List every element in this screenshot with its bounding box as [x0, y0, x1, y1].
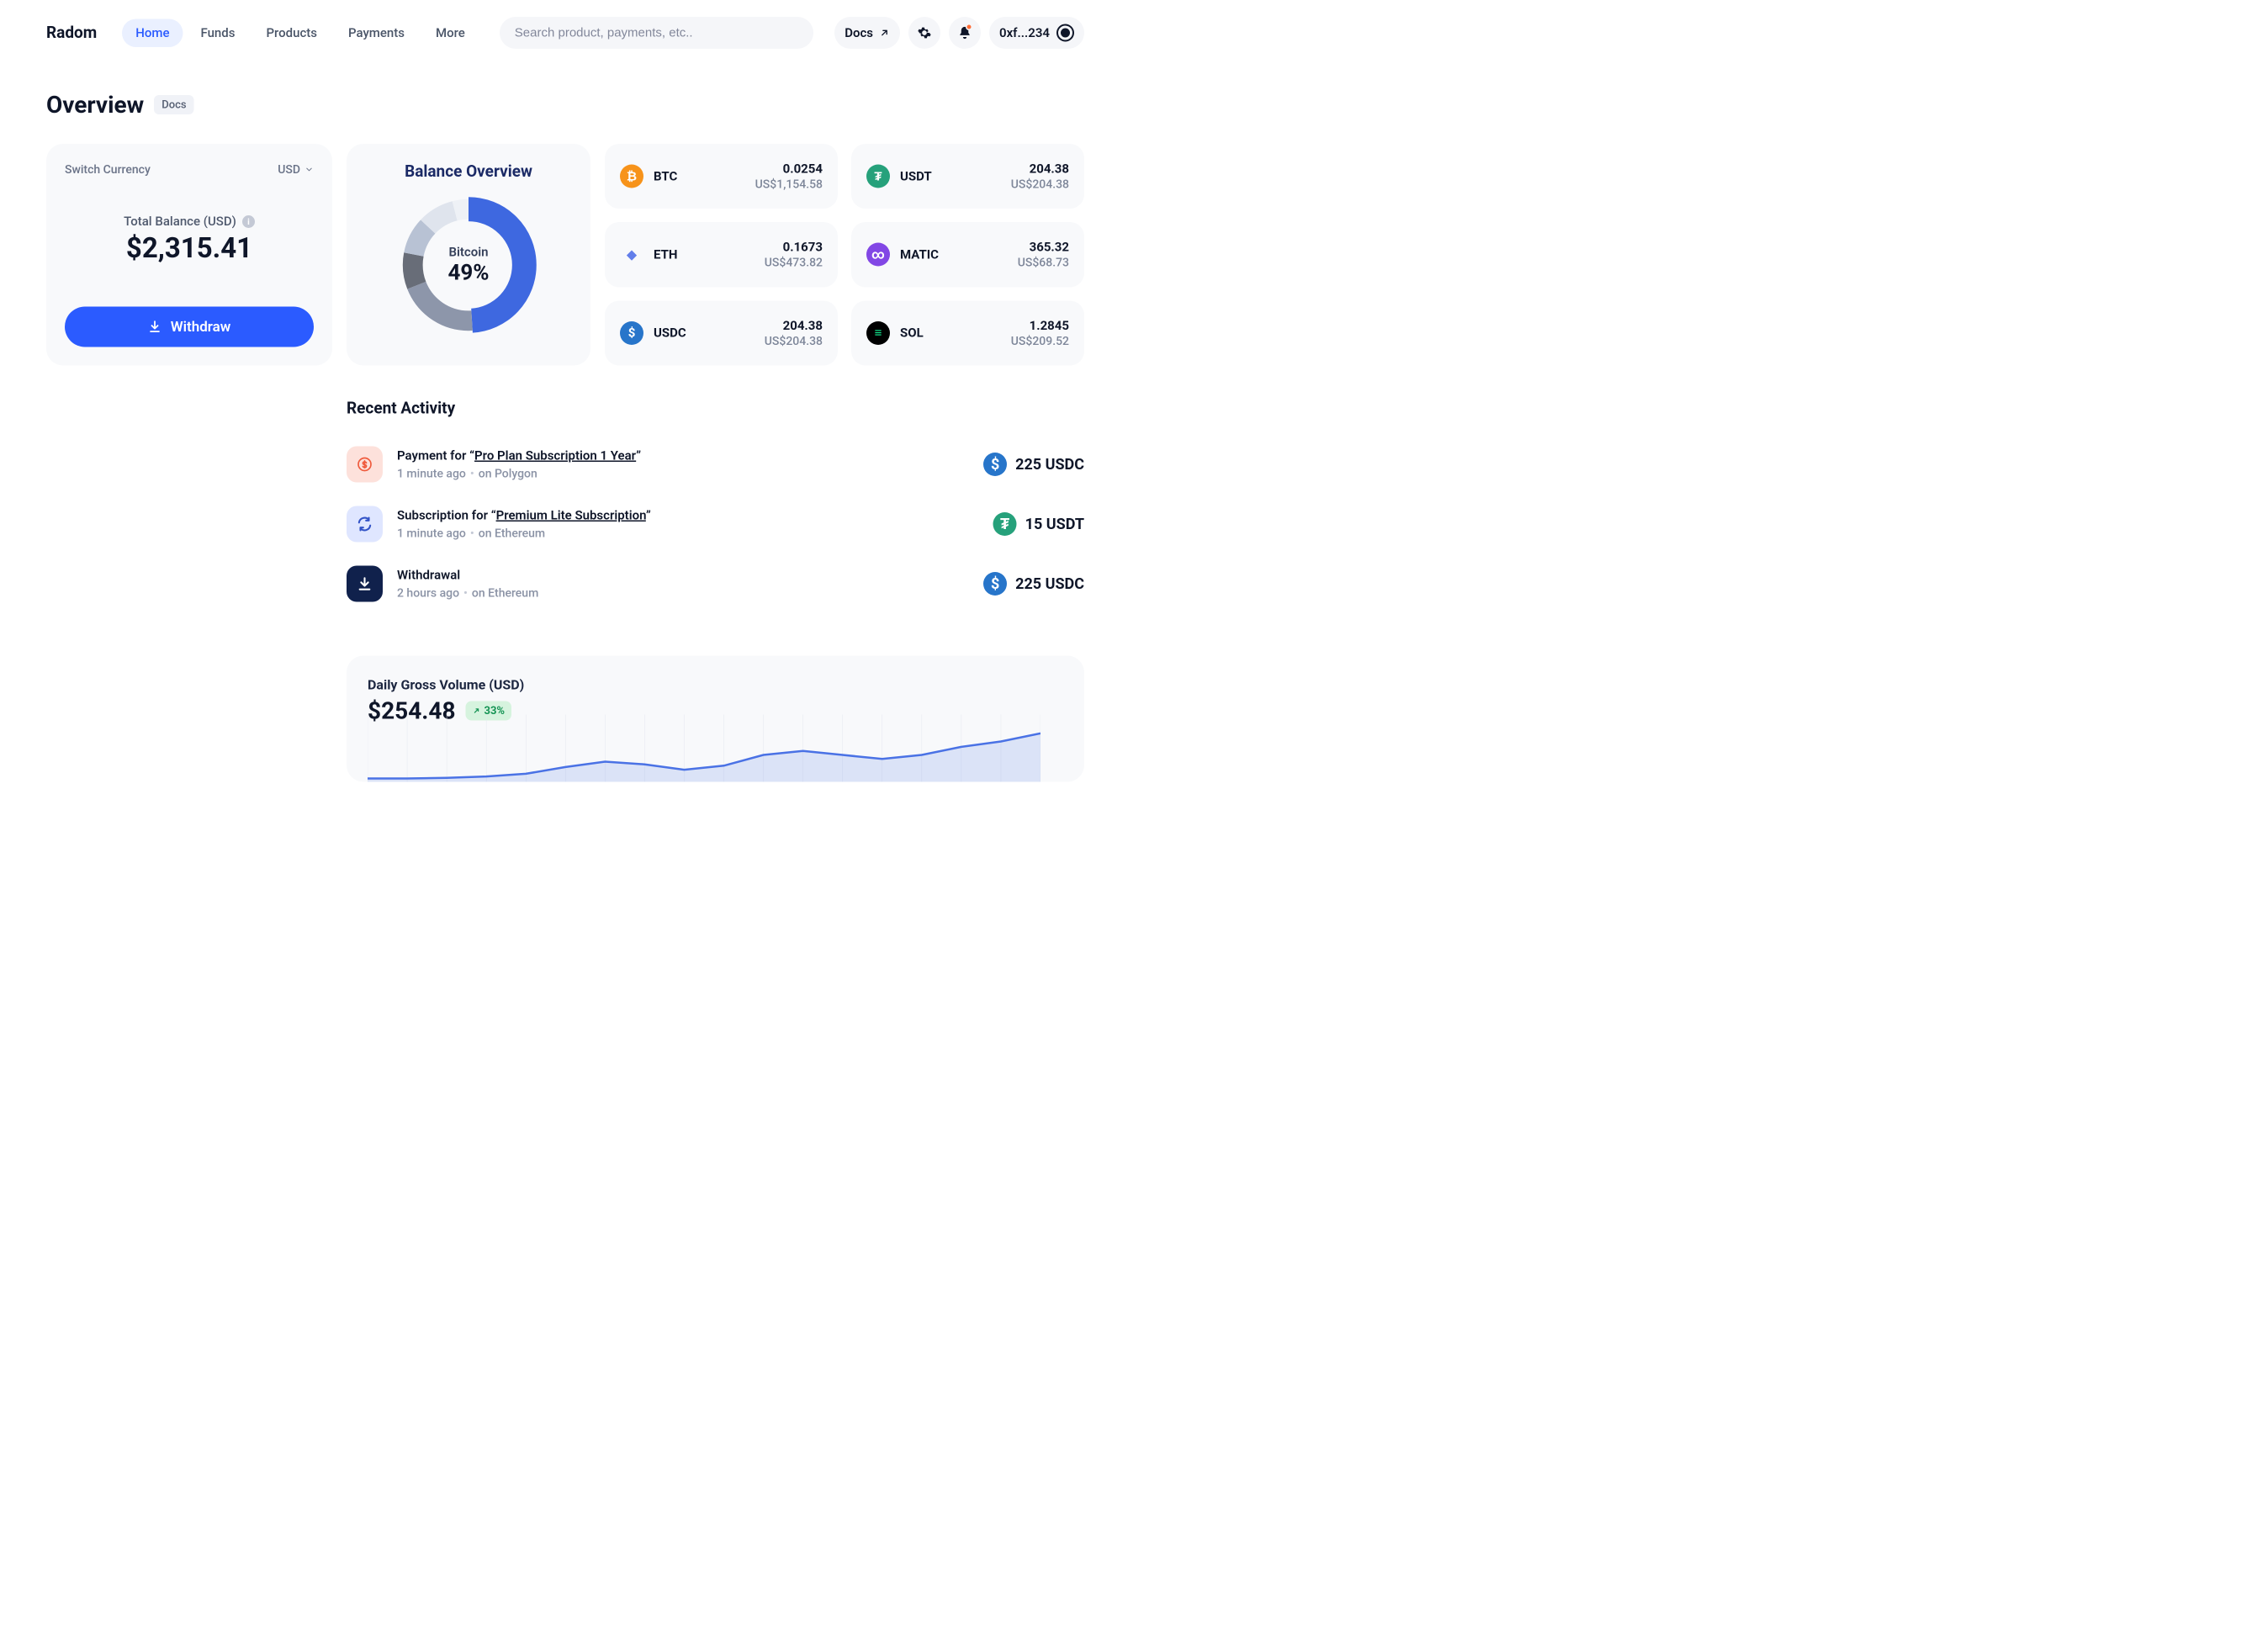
page-title: Overview [46, 91, 144, 119]
trend-up-icon [473, 707, 481, 715]
token-amount: 0.1673 [765, 240, 823, 255]
title-row: Overview Docs [46, 74, 1084, 144]
arrow-up-right-icon [879, 28, 890, 39]
donut-title: Balance Overview [365, 162, 572, 181]
token-card-matic[interactable]: ∞ MATIC 365.32 US$68.73 [851, 222, 1084, 287]
volume-card: Daily Gross Volume (USD) $254.48 33% [347, 656, 1084, 782]
activity-icon [347, 447, 383, 483]
activity-amount: $ 225 USDC [983, 453, 1084, 476]
token-amount: 0.0254 [755, 161, 823, 177]
activity-amount-icon: $ [983, 572, 1007, 596]
gear-icon [918, 26, 932, 40]
activity-amount: $ 225 USDC [983, 572, 1084, 596]
token-symbol: SOL [900, 326, 924, 341]
docs-chip[interactable]: Docs [154, 95, 193, 114]
token-card-usdt[interactable]: ₮ USDT 204.38 US$204.38 [851, 144, 1084, 209]
activity-row[interactable]: Payment for “Pro Plan Subscription 1 Yea… [347, 435, 1084, 495]
token-symbol: ETH [654, 247, 677, 262]
activity-amount-icon: ₮ [993, 512, 1017, 536]
usdc-icon: $ [620, 321, 643, 345]
currency-switcher: Switch Currency USD [65, 162, 314, 177]
nav-item-more[interactable]: More [422, 19, 479, 47]
activity-row[interactable]: Subscription for “Premium Lite Subscript… [347, 495, 1084, 554]
token-usd: US$209.52 [1011, 334, 1069, 348]
chevron-down-icon [304, 165, 314, 174]
activity-link[interactable]: Premium Lite Subscription [496, 508, 646, 523]
token-symbol: MATIC [900, 247, 939, 262]
token-grid: ₿ BTC 0.0254 US$1,154.58 ₮ USDT 204.38 U… [605, 144, 1084, 366]
activity-meta: 1 minute ago•on Ethereum [397, 527, 979, 541]
wallet-button[interactable]: 0xf...234 [989, 17, 1084, 49]
switch-currency-label: Switch Currency [65, 162, 151, 177]
donut-center-pct: 49% [447, 260, 489, 286]
donut-center-name: Bitcoin [447, 245, 489, 260]
token-amount: 365.32 [1018, 240, 1069, 255]
main-nav: HomeFundsProductsPaymentsMore [122, 19, 479, 47]
sol-icon: ≡ [866, 321, 890, 345]
eth-icon: ◆ [620, 243, 643, 267]
activity-amount-icon: $ [983, 453, 1007, 476]
search-input[interactable] [500, 17, 813, 49]
avatar-icon [1056, 24, 1074, 42]
withdraw-label: Withdraw [171, 319, 231, 336]
notification-dot [966, 24, 972, 30]
download-icon [148, 320, 162, 334]
activity-icon [347, 506, 383, 543]
currency-value: USD [278, 162, 300, 177]
activity-title: Payment for “Pro Plan Subscription 1 Yea… [397, 448, 969, 463]
brand-logo: Radom [46, 24, 97, 42]
token-symbol: BTC [654, 169, 677, 184]
activity-meta: 1 minute ago•on Polygon [397, 467, 969, 481]
nav-item-payments[interactable]: Payments [335, 19, 418, 47]
docs-button[interactable]: Docs [834, 17, 900, 49]
balance-card: Switch Currency USD Total Balance (USD) … [46, 144, 332, 366]
volume-label: Daily Gross Volume (USD) [368, 677, 1063, 693]
nav-item-funds[interactable]: Funds [187, 19, 248, 47]
header: Radom HomeFundsProductsPaymentsMore Docs… [46, 0, 1084, 74]
activity-title: Subscription for “Premium Lite Subscript… [397, 508, 979, 523]
token-card-usdc[interactable]: $ USDC 204.38 US$204.38 [605, 300, 838, 365]
info-icon[interactable]: i [242, 215, 255, 228]
total-balance-value: $2,315.41 [65, 232, 314, 265]
search-wrap [500, 17, 813, 49]
docs-label: Docs [845, 25, 873, 40]
activity-row[interactable]: Withdrawal 2 hours ago•on Ethereum $ 225… [347, 554, 1084, 614]
settings-button[interactable] [908, 17, 940, 49]
activity-title: Recent Activity [347, 400, 1084, 418]
token-symbol: USDC [654, 326, 686, 341]
nav-item-home[interactable]: Home [122, 19, 183, 47]
matic-icon: ∞ [866, 243, 890, 267]
usdt-icon: ₮ [866, 165, 890, 188]
notifications-button[interactable] [949, 17, 981, 49]
activity-meta: 2 hours ago•on Ethereum [397, 586, 969, 601]
token-usd: US$68.73 [1018, 256, 1069, 270]
token-amount: 204.38 [765, 318, 823, 333]
activity-title: Withdrawal [397, 568, 969, 583]
token-amount: 204.38 [1011, 161, 1069, 177]
currency-dropdown[interactable]: USD [278, 162, 314, 177]
token-usd: US$204.38 [1011, 177, 1069, 192]
token-amount: 1.2845 [1011, 318, 1069, 333]
token-card-btc[interactable]: ₿ BTC 0.0254 US$1,154.58 [605, 144, 838, 209]
top-grid: Switch Currency USD Total Balance (USD) … [46, 144, 1084, 366]
activity-icon [347, 566, 383, 602]
donut-chart: Bitcoin 49% [365, 193, 572, 336]
balance-overview-card: Balance Overview Bitcoin 49% [347, 144, 590, 366]
token-symbol: USDT [900, 169, 932, 184]
activity-link[interactable]: Pro Plan Subscription 1 Year [474, 448, 636, 463]
volume-sparkline [368, 715, 1040, 782]
activity-amount: ₮ 15 USDT [993, 512, 1084, 536]
wallet-address: 0xf...234 [999, 25, 1050, 40]
activity-section: Recent Activity Payment for “Pro Plan Su… [347, 400, 1084, 614]
nav-item-products[interactable]: Products [252, 19, 331, 47]
withdraw-button[interactable]: Withdraw [65, 307, 314, 347]
token-usd: US$473.82 [765, 256, 823, 270]
total-balance-label: Total Balance (USD) i [124, 214, 255, 230]
token-usd: US$1,154.58 [755, 177, 823, 192]
token-card-sol[interactable]: ≡ SOL 1.2845 US$209.52 [851, 300, 1084, 365]
btc-icon: ₿ [620, 165, 643, 188]
token-usd: US$204.38 [765, 334, 823, 348]
token-card-eth[interactable]: ◆ ETH 0.1673 US$473.82 [605, 222, 838, 287]
